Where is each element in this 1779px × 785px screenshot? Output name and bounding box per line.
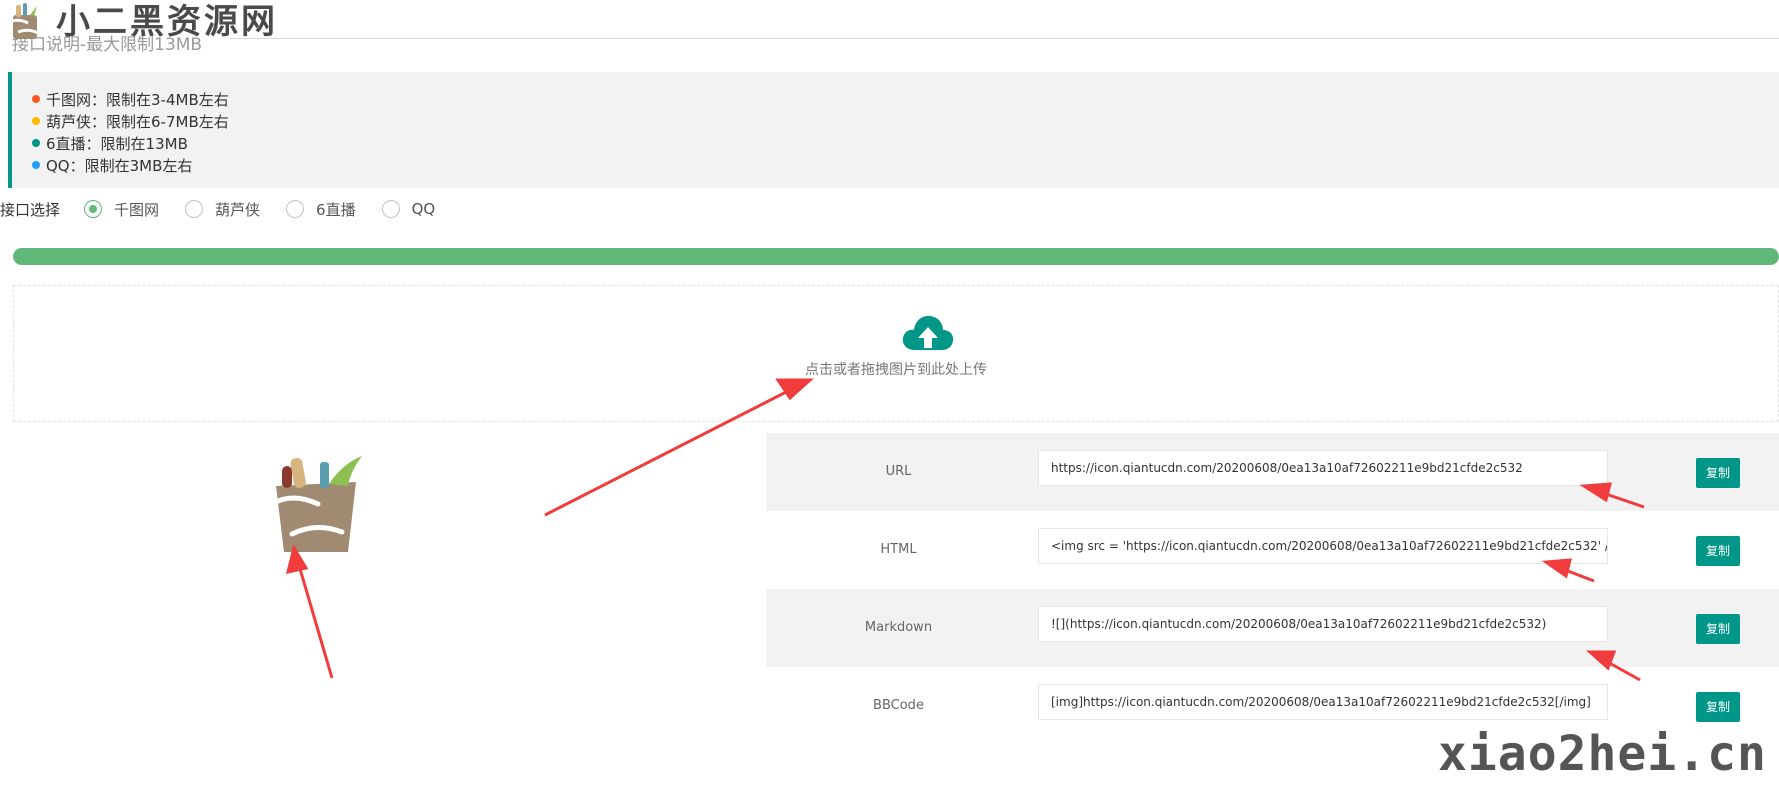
notice-item: QQ：限制在3MB左右 — [32, 154, 1779, 176]
radio-checked-icon[interactable] — [84, 200, 103, 218]
bullet-dot-icon — [32, 139, 40, 147]
upload-progress-fill — [13, 248, 1779, 265]
interface-selector-label: 接口选择 — [0, 200, 61, 219]
radio-unchecked-icon[interactable] — [286, 200, 305, 218]
notice-item-text: QQ：限制在3MB左右 — [46, 156, 193, 175]
result-label: HTML — [880, 542, 917, 557]
result-label: BBCode — [873, 698, 924, 713]
interface-notice-box: 千图网：限制在3-4MB左右 葫芦侠：限制在6-7MB左右 6直播：限制在13M… — [8, 72, 1779, 188]
image-upload-page: 接口说明-最大限制13MB 小二黑资源网 千图网：限制在3-4MB左右 葫芦侠：… — [0, 0, 1779, 785]
url-field[interactable]: https://icon.qiantucdn.com/20200608/0ea1… — [1038, 450, 1608, 486]
bullet-dot-icon — [32, 117, 40, 125]
radio-label[interactable]: 葫芦侠 — [215, 199, 260, 220]
radio-6zhibo[interactable]: 6直播 — [286, 199, 356, 220]
notice-item: 6直播：限制在13MB — [32, 132, 1779, 154]
html-field[interactable]: <img src = 'https://icon.qiantucdn.com/2… — [1038, 528, 1608, 564]
notice-item: 葫芦侠：限制在6-7MB左右 — [32, 110, 1779, 132]
upload-progress-bar — [13, 248, 1779, 265]
radio-unchecked-icon[interactable] — [381, 200, 400, 218]
interface-selector: 接口选择 千图网 葫芦侠 6直播 QQ — [0, 197, 461, 221]
annotation-arrow — [296, 561, 334, 679]
upload-drop-zone[interactable]: 点击或者拖拽图片到此处上传 — [13, 285, 1779, 422]
notice-item: 千图网：限制在3-4MB左右 — [32, 88, 1779, 110]
site-logo: 小二黑资源网 — [4, 2, 278, 42]
radio-label[interactable]: 6直播 — [316, 199, 356, 220]
result-row-html: HTML <img src = 'https://icon.qiantucdn.… — [766, 511, 1779, 589]
radio-qq[interactable]: QQ — [381, 200, 436, 218]
copy-markdown-button[interactable]: 复制 — [1696, 614, 1740, 644]
copy-url-button[interactable]: 复制 — [1696, 458, 1740, 488]
notice-item-text: 千图网：限制在3-4MB左右 — [46, 90, 229, 109]
markdown-field[interactable]: ![](https://icon.qiantucdn.com/20200608/… — [1038, 606, 1608, 642]
notice-item-text: 6直播：限制在13MB — [46, 134, 188, 153]
bbcode-field[interactable]: [img]https://icon.qiantucdn.com/20200608… — [1038, 684, 1608, 720]
radio-huluxia[interactable]: 葫芦侠 — [185, 199, 260, 220]
bullet-dot-icon — [32, 161, 40, 169]
result-label: URL — [885, 464, 912, 479]
site-watermark: xiao2hei.cn — [1438, 726, 1767, 782]
result-links-table: URL https://icon.qiantucdn.com/20200608/… — [766, 433, 1779, 745]
radio-label[interactable]: QQ — [412, 200, 436, 218]
grocery-bag-logo-icon — [8, 3, 39, 39]
result-row-markdown: Markdown ![](https://icon.qiantucdn.com/… — [766, 589, 1779, 667]
radio-unchecked-icon[interactable] — [185, 200, 204, 218]
site-logo-text: 小二黑资源网 — [56, 2, 278, 42]
bullet-dot-icon — [32, 95, 40, 103]
copy-html-button[interactable]: 复制 — [1696, 536, 1740, 566]
header-divider — [230, 38, 1779, 39]
copy-bbcode-button[interactable]: 复制 — [1696, 692, 1740, 722]
result-label: Markdown — [864, 620, 933, 635]
radio-label[interactable]: 千图网 — [114, 199, 159, 220]
result-row-url: URL https://icon.qiantucdn.com/20200608/… — [766, 433, 1779, 511]
radio-qiantu[interactable]: 千图网 — [84, 199, 159, 220]
upload-hint-text: 点击或者拖拽图片到此处上传 — [805, 362, 987, 378]
notice-item-text: 葫芦侠：限制在6-7MB左右 — [46, 112, 229, 131]
cloud-upload-icon — [902, 315, 954, 350]
uploaded-image-preview — [272, 456, 362, 552]
